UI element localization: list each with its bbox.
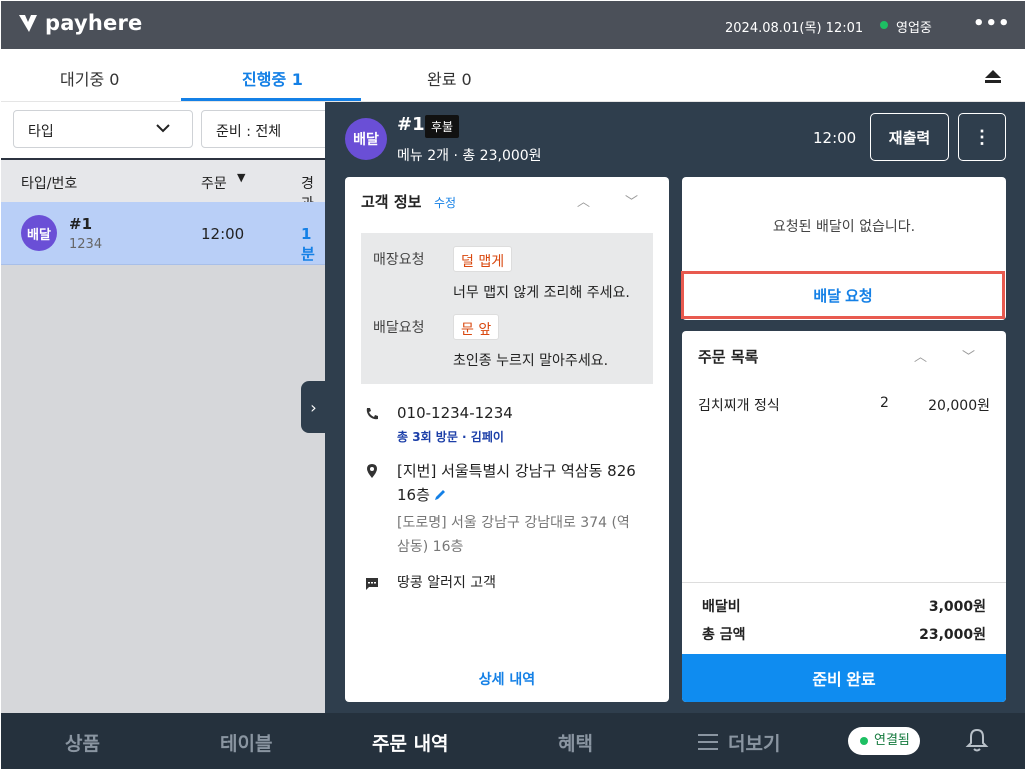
connection-dot-icon	[860, 737, 868, 745]
delivery-badge: 배달	[21, 215, 57, 251]
nav-more[interactable]: 더보기	[728, 729, 780, 756]
customer-info-title: 고객 정보	[361, 193, 422, 211]
header-order[interactable]: 주문	[201, 173, 227, 193]
eject-icon[interactable]	[983, 68, 1003, 84]
chevron-right-icon[interactable]: ›	[301, 381, 326, 433]
road-address-line-2: 삼동) 16층	[397, 539, 464, 555]
item-qty: 2	[880, 395, 889, 411]
address-line-2: 16층	[397, 486, 430, 504]
detail-order-number: #1	[397, 114, 425, 135]
status-dot-icon	[880, 21, 888, 29]
brand-logo: payhere	[17, 11, 142, 35]
header-type-no: 타입/번호	[21, 176, 78, 192]
nav-order-history[interactable]: 주문 내역	[372, 729, 449, 756]
ready-complete-button[interactable]: 준비 완료	[682, 654, 1006, 702]
order-sub-number: 1234	[69, 237, 103, 252]
request-box: 매장요청 덜 맵게 너무 맵지 않게 조리해 주세요. 배달요청 문 앞 초인종…	[361, 233, 653, 384]
item-name: 김치찌개 정식	[698, 398, 780, 414]
nav-products[interactable]: 상품	[65, 729, 100, 756]
logo-icon	[19, 15, 37, 32]
reprint-button[interactable]: 재출력	[870, 113, 949, 161]
order-list-panel: 타입 준비 : 전체 타입/번호 주문 ▼ 경과 배달 #1 1234 12:0…	[1, 102, 341, 713]
chevron-up-icon[interactable]: ︿	[577, 191, 590, 210]
business-status: 영업중	[896, 21, 932, 36]
customer-memo: 땅콩 알러지 고객	[397, 575, 497, 591]
filter-bar: 타입 준비 : 전체	[1, 102, 341, 158]
postpaid-badge: 후불	[425, 115, 460, 138]
memo-icon	[366, 578, 378, 590]
detail-summary: 메뉴 2개 · 총 23,000원	[397, 148, 542, 164]
nav-tables[interactable]: 테이블	[220, 729, 272, 756]
customer-phone: 010-1234-1234	[397, 404, 513, 422]
nav-benefits[interactable]: 혜택	[558, 729, 593, 756]
prep-filter-label: 준비 : 전체	[216, 124, 282, 140]
chevron-up-icon[interactable]: ︿	[914, 346, 927, 365]
chevron-down-icon	[156, 124, 170, 133]
total-value: 23,000원	[919, 627, 986, 643]
order-items-card: 주문 목록 ︿ ﹀ 김치찌개 정식 2 20,000원 배달비 3,000원 총…	[682, 331, 1006, 702]
elapsed-time: 1분	[301, 225, 315, 263]
delivery-request-label: 배달요청	[373, 320, 425, 336]
edit-link[interactable]: 수정	[434, 194, 456, 211]
detail-delivery-badge: 배달	[345, 118, 387, 160]
order-row[interactable]: 배달 #1 1234 12:00 1분	[1, 202, 325, 265]
app-window: payhere 2024.08.01(목) 12:01 영업중 ••• 대기중 …	[1, 1, 1025, 769]
delivery-request-text: 초인종 누르지 말아주세요.	[453, 353, 609, 369]
prep-filter-select[interactable]: 준비 : 전체	[201, 110, 341, 148]
chevron-down-icon[interactable]: ﹀	[625, 191, 638, 210]
delivery-request-button[interactable]: 배달 요청	[681, 271, 1005, 319]
store-request-label: 매장요청	[373, 252, 425, 268]
order-items-title: 주문 목록	[698, 348, 759, 366]
brand-name: payhere	[45, 11, 143, 35]
chevron-down-icon[interactable]: ﹀	[962, 346, 975, 365]
order-time: 12:00	[201, 225, 245, 243]
bell-icon[interactable]	[965, 727, 989, 753]
location-pin-icon	[367, 464, 377, 478]
bottom-nav: 상품 테이블 주문 내역 혜택 더보기 연결됨	[1, 713, 1025, 769]
customer-info-card: 고객 정보 수정 ︿ ﹀ 매장요청 덜 맵게 너무 맵지 않게 조리해 주세요.…	[345, 177, 669, 702]
connection-status: 연결됨	[874, 733, 910, 748]
road-address-line-1: [도로명] 서울 강남구 강남대로 374 (역	[397, 515, 630, 531]
details-link[interactable]: 상세 내역	[345, 669, 669, 689]
phone-icon	[366, 408, 378, 420]
sort-down-icon[interactable]: ▼	[237, 171, 245, 184]
order-status-tabs: 대기중 0 진행중 1 완료 0	[1, 49, 1025, 102]
fee-label: 배달비	[702, 599, 741, 615]
type-filter-select[interactable]: 타입	[13, 110, 193, 148]
tab-completed[interactable]: 완료 0	[427, 66, 472, 90]
type-filter-label: 타입	[28, 124, 54, 140]
total-label: 총 금액	[702, 627, 746, 643]
fee-value: 3,000원	[928, 599, 986, 615]
datetime: 2024.08.01(목) 12:01	[725, 21, 864, 36]
tab-waiting[interactable]: 대기중 0	[60, 66, 119, 90]
order-detail-panel: 배달 #1 후불 메뉴 2개 · 총 23,000원 12:00 재출력 ⋮ 고…	[325, 102, 1025, 713]
address-line-1: [지번] 서울특별시 강남구 역삼동 826	[397, 462, 636, 480]
edit-pencil-icon[interactable]	[433, 488, 447, 502]
connection-badge: 연결됨	[848, 727, 920, 755]
customer-visits: 총 3회 방문 · 김페이	[397, 430, 504, 444]
store-request-text: 너무 맵지 않게 조리해 주세요.	[453, 285, 630, 301]
delivery-request-tag: 문 앞	[453, 314, 500, 340]
more-vertical-icon[interactable]: ⋮	[958, 113, 1006, 161]
order-number: #1	[69, 215, 93, 233]
store-request-tag: 덜 맵게	[453, 246, 513, 272]
divider	[682, 582, 1006, 583]
no-delivery-text: 요청된 배달이 없습니다.	[772, 219, 916, 235]
detail-time: 12:00	[813, 129, 857, 147]
menu-icon[interactable]	[698, 733, 718, 750]
list-header: 타입/번호 주문 ▼ 경과	[1, 158, 325, 212]
active-tab-indicator	[181, 98, 361, 101]
item-price: 20,000원	[928, 398, 990, 414]
tab-in-progress[interactable]: 진행중 1	[242, 66, 303, 90]
top-bar: payhere 2024.08.01(목) 12:01 영업중 •••	[1, 1, 1025, 49]
more-horizontal-icon[interactable]: •••	[973, 13, 1011, 34]
